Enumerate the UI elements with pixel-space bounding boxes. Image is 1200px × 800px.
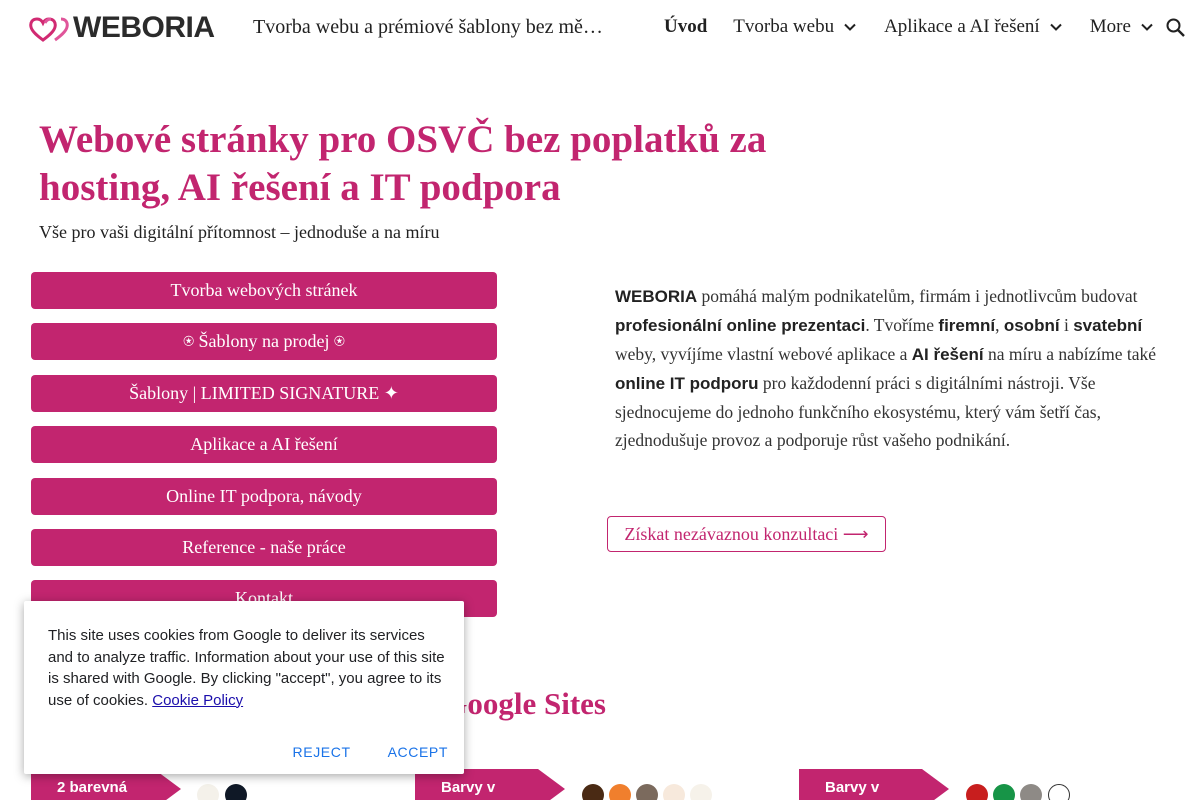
- chevron-down-icon[interactable]: [1048, 19, 1064, 35]
- aplikace-ai-reseni-button[interactable]: Aplikace a AI řešení: [31, 426, 497, 464]
- intro-text: i: [1059, 315, 1074, 335]
- intro-text: ,: [995, 315, 1004, 335]
- intro-text: pomáhá malým podnikatelům, firmám i jedn…: [697, 286, 1138, 306]
- sablony-na-prodej-button[interactable]: ⍟ Šablony na prodej ⍟: [31, 323, 497, 361]
- button-menu: Tvorba webových stránek ⍟ Šablony na pro…: [31, 272, 497, 632]
- accept-button[interactable]: ACCEPT: [388, 744, 448, 760]
- card-tag: Barvy v: [799, 769, 949, 800]
- nav-item-more[interactable]: More: [1090, 16, 1155, 38]
- nav-item-label: Aplikace a AI řešení: [884, 16, 1040, 37]
- color-swatch: [609, 784, 631, 800]
- intro-bold: svatební: [1073, 316, 1143, 335]
- reference-button[interactable]: Reference - naše práce: [31, 528, 497, 566]
- color-swatch: [582, 784, 604, 800]
- online-it-podpora-button[interactable]: Online IT podpora, návody: [31, 477, 497, 515]
- color-swatch: [690, 784, 712, 800]
- intro-bold: osobní: [1003, 316, 1060, 335]
- color-swatch: [225, 784, 247, 800]
- cookie-policy-link[interactable]: Cookie Policy: [152, 692, 243, 709]
- color-swatch: [197, 784, 219, 800]
- cookie-message: This site uses cookies from Google to de…: [48, 625, 448, 711]
- chevron-down-icon[interactable]: [842, 19, 858, 35]
- color-swatch: [1020, 784, 1042, 800]
- sablony-limited-signature-button[interactable]: Šablony | LIMITED SIGNATURE ✦: [31, 374, 497, 412]
- nav-item-uvod[interactable]: Úvod: [664, 16, 707, 38]
- intro-bold: firemní: [938, 316, 996, 335]
- color-swatch: [966, 784, 988, 800]
- color-swatch: [663, 784, 685, 800]
- intro-bold: online IT podporu: [615, 374, 759, 393]
- nav-item-label: Tvorba webu: [733, 16, 835, 37]
- site-title[interactable]: Tvorba webu a prémiové šablony bez měsíč…: [253, 16, 605, 39]
- page-title: Webové stránky pro OSVČ bez poplatků za …: [39, 118, 767, 209]
- chevron-down-icon[interactable]: [1139, 19, 1155, 35]
- main-nav: Úvod Tvorba webu Aplikace a AI řešení Mo…: [664, 16, 1181, 38]
- color-swatch: [993, 784, 1015, 800]
- nav-item-aplikace[interactable]: Aplikace a AI řešení: [884, 16, 1064, 38]
- intro-bold: AI řešení: [911, 345, 984, 364]
- color-swatch: [1048, 784, 1070, 800]
- nav-item-label: More: [1089, 16, 1131, 37]
- page-subtitle: Vše pro vaši digitální přítomnost – jedn…: [39, 222, 440, 242]
- logo-hearts-icon: [29, 17, 69, 42]
- intro-text: . Tvoříme: [865, 315, 939, 335]
- site-logo[interactable]: WEBORIA: [29, 13, 215, 43]
- consultation-button[interactable]: Získat nezávaznou konzultaci ⟶: [607, 516, 886, 552]
- color-swatch: [636, 784, 658, 800]
- nav-item-tvorba-webu[interactable]: Tvorba webu: [733, 16, 858, 38]
- cookie-dialog: This site uses cookies from Google to de…: [24, 601, 464, 774]
- cookie-actions: REJECT ACCEPT: [256, 744, 448, 760]
- intro-brand: WEBORIA: [615, 287, 698, 306]
- site-header: WEBORIA Tvorba webu a prémiové šablony b…: [0, 0, 1200, 56]
- search-icon[interactable]: [1164, 16, 1188, 40]
- logo-text: WEBORIA: [73, 11, 215, 44]
- intro-bold: profesionální online prezentaci: [615, 316, 866, 335]
- reject-button[interactable]: REJECT: [293, 744, 351, 760]
- nav-item-label: Úvod: [664, 16, 708, 37]
- intro-paragraph: WEBORIA pomáhá malým podnikatelům, firmá…: [615, 282, 1160, 454]
- cookie-text: This site uses cookies from Google to de…: [48, 627, 445, 709]
- intro-text: na míru a nabízíme také: [983, 344, 1157, 364]
- tvorba-webovych-stranek-button[interactable]: Tvorba webových stránek: [31, 272, 497, 309]
- intro-text: weby, vyvíjíme vlastní webové aplikace a: [615, 344, 912, 364]
